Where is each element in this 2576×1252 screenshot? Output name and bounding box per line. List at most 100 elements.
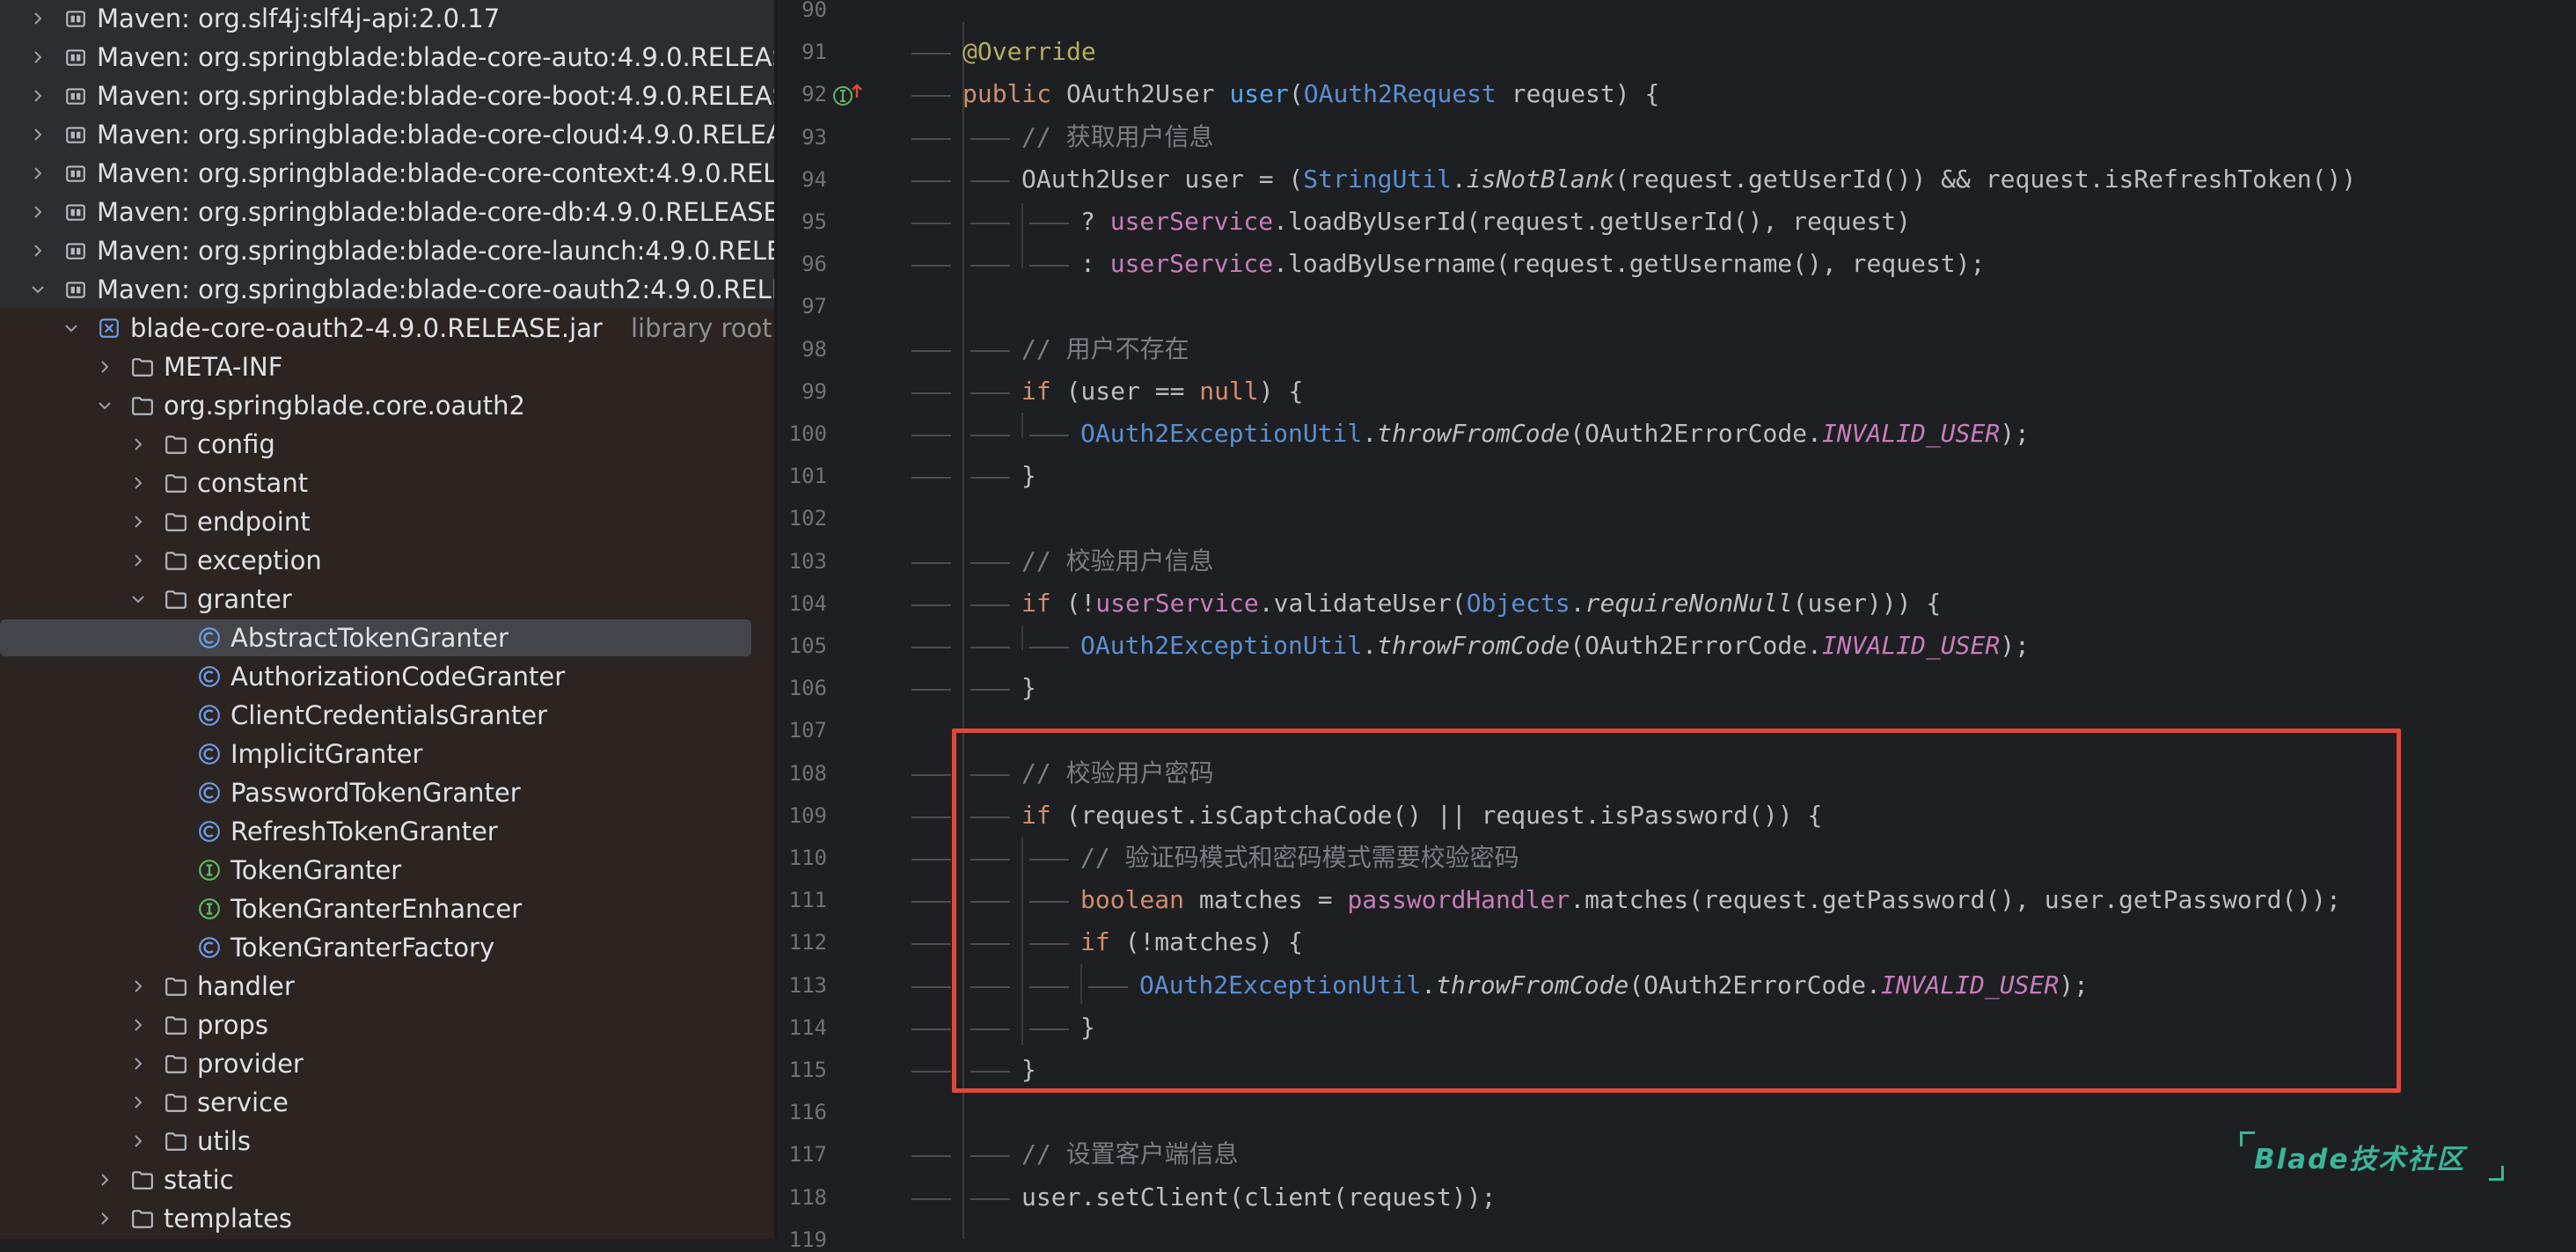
- tree-item[interactable]: Maven: org.springblade:blade-core-cloud:…: [0, 115, 774, 154]
- indent-guide: [1021, 626, 1023, 650]
- tree-item[interactable]: Maven: org.springblade:blade-core-launch…: [0, 231, 774, 270]
- chevron-right-icon[interactable]: [95, 1170, 114, 1190]
- code-line[interactable]: OAuth2User user = (StringUtil.isNotBlank…: [1021, 158, 2356, 201]
- whitespace-marker: [911, 349, 951, 352]
- code-line[interactable]: }: [1021, 667, 1036, 709]
- code-line[interactable]: // 设置客户端信息: [1021, 1133, 1239, 1175]
- tree-item[interactable]: utils: [0, 1122, 774, 1160]
- chevron-down-icon[interactable]: [95, 396, 114, 415]
- chevron-right-icon[interactable]: [128, 473, 148, 493]
- chevron-right-icon[interactable]: [128, 1054, 148, 1073]
- tree-item-label: AbstractTokenGranter: [231, 623, 509, 653]
- tree-item-label: config: [197, 429, 275, 459]
- tree-item[interactable]: META-INF: [0, 348, 774, 386]
- code-line[interactable]: ? userService.loadByUserId(request.getUs…: [1080, 201, 1911, 243]
- whitespace-marker: [911, 689, 951, 692]
- chevron-right-icon[interactable]: [128, 435, 148, 454]
- chevron-right-icon[interactable]: [128, 1093, 148, 1112]
- chevron-right-icon[interactable]: [128, 977, 148, 996]
- tree-item[interactable]: ClientCredentialsGranter: [0, 696, 774, 735]
- code-line[interactable]: // 用户不存在: [1021, 328, 1189, 370]
- tree-item[interactable]: Maven: org.springblade:blade-core-boot:4…: [0, 77, 774, 115]
- folder-icon: [130, 1206, 155, 1231]
- tree-item[interactable]: service: [0, 1083, 774, 1122]
- tree-item[interactable]: Maven: org.springblade:blade-core-contex…: [0, 154, 774, 193]
- line-number: 90: [801, 0, 827, 22]
- code-token: INVALID_USER: [1821, 631, 2001, 660]
- class-icon: [197, 935, 222, 960]
- line-number: 118: [788, 1184, 827, 1210]
- tree-item[interactable]: Maven: org.springblade:blade-core-auto:4…: [0, 38, 774, 77]
- chevron-right-icon[interactable]: [128, 1015, 148, 1035]
- chevron-right-icon[interactable]: [28, 48, 48, 67]
- tree-item[interactable]: ImplicitGranter: [0, 735, 774, 773]
- tree-item[interactable]: provider: [0, 1044, 774, 1083]
- tree-item[interactable]: constant: [0, 464, 774, 502]
- tree-item-label: constant: [197, 468, 309, 498]
- code-line[interactable]: if (user == null) {: [1021, 370, 1303, 413]
- chevron-right-icon[interactable]: [28, 241, 48, 260]
- tree-item[interactable]: Maven: org.slf4j:slf4j-api:2.0.17: [0, 0, 774, 38]
- chevron-right-icon[interactable]: [28, 125, 48, 144]
- tree-item[interactable]: RefreshTokenGranter: [0, 812, 774, 851]
- code-line[interactable]: @Override: [962, 31, 1096, 73]
- chevron-right-icon[interactable]: [95, 1209, 114, 1228]
- tree-item[interactable]: blade-core-oauth2-4.9.0.RELEASE.jar libra…: [0, 309, 774, 348]
- tree-item[interactable]: endpoint: [0, 502, 774, 541]
- folder-icon: [164, 1051, 188, 1076]
- code-token: .: [1362, 631, 1378, 660]
- tree-item-label: ClientCredentialsGranter: [231, 700, 548, 730]
- code-line[interactable]: // 校验用户信息: [1021, 540, 1214, 582]
- tree-item[interactable]: TokenGranterFactory: [0, 928, 774, 967]
- whitespace-marker: [911, 223, 951, 224]
- chevron-right-icon[interactable]: [28, 202, 48, 222]
- code-line[interactable]: OAuth2ExceptionUtil.throwFromCode(OAuth2…: [1080, 413, 2030, 455]
- code-line[interactable]: : userService.loadByUsername(request.get…: [1080, 243, 1985, 285]
- code-line[interactable]: // 获取用户信息: [1021, 116, 1214, 158]
- tree-item[interactable]: org.springblade.core.oauth2: [0, 386, 774, 425]
- tree-item-label: granter: [197, 584, 292, 614]
- tree-item-label: Maven: org.springblade:blade-core-db:4.9…: [97, 197, 774, 227]
- tree-item[interactable]: TokenGranter: [0, 851, 774, 890]
- tree-item[interactable]: static: [0, 1160, 774, 1199]
- tree-item-label: PasswordTokenGranter: [231, 778, 521, 808]
- tree-item[interactable]: TokenGranterEnhancer: [0, 890, 774, 928]
- tree-item[interactable]: handler: [0, 967, 774, 1006]
- tree-item[interactable]: Maven: org.springblade:blade-core-oauth2…: [0, 270, 774, 309]
- code-line[interactable]: user.setClient(client(request));: [1021, 1176, 1496, 1219]
- tree-item-label: Maven: org.springblade:blade-core-auto:4…: [97, 42, 774, 72]
- chevron-right-icon[interactable]: [128, 512, 148, 531]
- code-line[interactable]: if (!userService.validateUser(Objects.re…: [1021, 582, 1941, 625]
- chevron-down-icon[interactable]: [128, 589, 148, 609]
- tree-item[interactable]: Maven: org.springblade:blade-core-db:4.9…: [0, 193, 774, 231]
- tree-item[interactable]: granter: [0, 580, 774, 619]
- tree-item[interactable]: exception: [0, 541, 774, 580]
- tree-item[interactable]: PasswordTokenGranter: [0, 773, 774, 812]
- chevron-right-icon[interactable]: [28, 164, 48, 183]
- tree-item-label: Maven: org.springblade:blade-core-contex…: [97, 158, 774, 188]
- line-number: 108: [788, 760, 827, 786]
- library-icon: [63, 6, 88, 31]
- folder-icon: [164, 974, 188, 999]
- chevron-right-icon[interactable]: [128, 551, 148, 570]
- chevron-right-icon[interactable]: [95, 357, 114, 377]
- tree-item[interactable]: AbstractTokenGranter: [0, 619, 774, 657]
- tree-item[interactable]: AuthorizationCodeGranter: [0, 657, 774, 696]
- chevron-right-icon[interactable]: [28, 9, 48, 28]
- line-number: 95: [801, 209, 827, 234]
- chevron-right-icon[interactable]: [128, 1131, 148, 1151]
- tree-item[interactable]: props: [0, 1006, 774, 1044]
- code-token: .loadByUserId(request.getUserId(), reque…: [1273, 207, 1912, 236]
- code-line[interactable]: OAuth2ExceptionUtil.throwFromCode(OAuth2…: [1080, 625, 2030, 667]
- whitespace-marker: [911, 1155, 951, 1158]
- code-line[interactable]: public OAuth2User user(OAuth2Request req…: [962, 73, 1659, 115]
- code-line[interactable]: }: [1021, 455, 1036, 497]
- tree-item[interactable]: templates: [0, 1199, 774, 1238]
- chevron-down-icon[interactable]: [28, 280, 48, 299]
- line-number: 99: [801, 378, 827, 404]
- chevron-down-icon[interactable]: [62, 318, 81, 338]
- whitespace-marker: [911, 265, 951, 267]
- tree-item[interactable]: config: [0, 425, 774, 464]
- override-marker-icon[interactable]: [831, 78, 866, 113]
- chevron-right-icon[interactable]: [28, 86, 48, 106]
